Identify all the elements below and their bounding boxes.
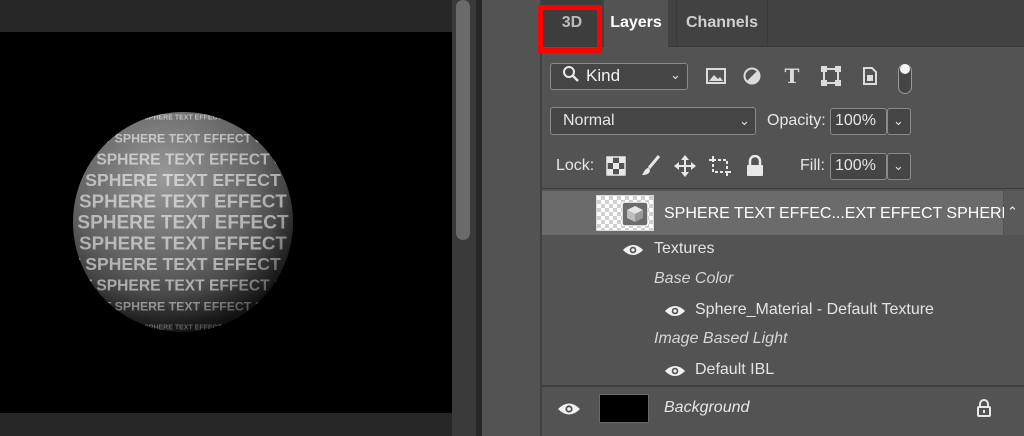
tab-layers[interactable]: Layers (604, 0, 668, 47)
layers-list-divider (542, 188, 1024, 189)
panel-dock-gutter (482, 0, 542, 436)
list-item-default-ibl[interactable] (592, 355, 1024, 386)
fill-label: Fill: (800, 157, 825, 174)
canvas-top-strip (0, 0, 452, 32)
default-ibl-label: Default IBL (695, 361, 775, 378)
eye-icon[interactable] (664, 304, 686, 323)
image-filter-icon[interactable] (705, 66, 727, 91)
sphere-shading (73, 112, 293, 332)
canvas-bottom-strip (0, 413, 452, 436)
tab-3d-highlight-box (538, 5, 602, 53)
opacity-value: 100% (835, 112, 876, 129)
lock-image-pixels-icon[interactable] (641, 155, 661, 182)
sphere-artwork: SPHERE TEXT EFFECT SPHERE TEXT EFFECT SP… (73, 112, 293, 332)
filter-kind-label: Kind (586, 66, 621, 85)
textures-label: Textures (654, 240, 715, 257)
chevron-down-icon: ⌄ (893, 158, 904, 173)
shape-filter-icon[interactable] (820, 66, 842, 91)
lock-transparent-pixels-icon[interactable] (606, 156, 626, 181)
chevron-up-icon: ⌃ (1007, 204, 1018, 219)
eye-icon[interactable] (557, 402, 581, 421)
search-icon (561, 64, 581, 89)
scrollbar-thumb[interactable] (456, 0, 470, 240)
lock-position-icon[interactable] (674, 155, 696, 182)
adjustment-filter-icon[interactable] (742, 66, 762, 91)
document-canvas[interactable]: SPHERE TEXT EFFECT SPHERE TEXT EFFECT SP… (0, 32, 452, 413)
chevron-down-icon: ⌄ (893, 113, 904, 128)
layer-thumbnail (599, 394, 649, 423)
layer-name: SPHERE TEXT EFFEC...EXT EFFECT SPHERE (664, 205, 1013, 222)
base-color-texture-label: Sphere_Material - Default Texture (695, 301, 934, 318)
lock-artboard-icon[interactable] (709, 156, 731, 181)
lock-icon[interactable] (976, 399, 992, 422)
3d-layer-badge-icon (621, 201, 649, 231)
chevron-down-icon: ⌄ (739, 113, 750, 128)
chevron-down-icon: ⌄ (670, 67, 681, 82)
base-color-label: Base Color (654, 270, 734, 287)
smart-object-filter-icon[interactable] (860, 66, 880, 91)
type-filter-icon[interactable]: T (780, 64, 804, 88)
opacity-label: Opacity: (767, 112, 826, 129)
filter-toggle-knob (900, 64, 910, 74)
lock-all-icon[interactable] (746, 154, 764, 182)
tab-channels[interactable]: Channels (676, 0, 768, 46)
lock-label: Lock: (556, 157, 595, 174)
eye-icon[interactable] (664, 364, 686, 383)
fill-value: 100% (835, 157, 876, 174)
ibl-label: Image Based Light (654, 330, 788, 347)
layer-name: Background (664, 399, 750, 416)
blend-mode-value: Normal (563, 112, 615, 129)
eye-icon[interactable] (622, 243, 644, 262)
